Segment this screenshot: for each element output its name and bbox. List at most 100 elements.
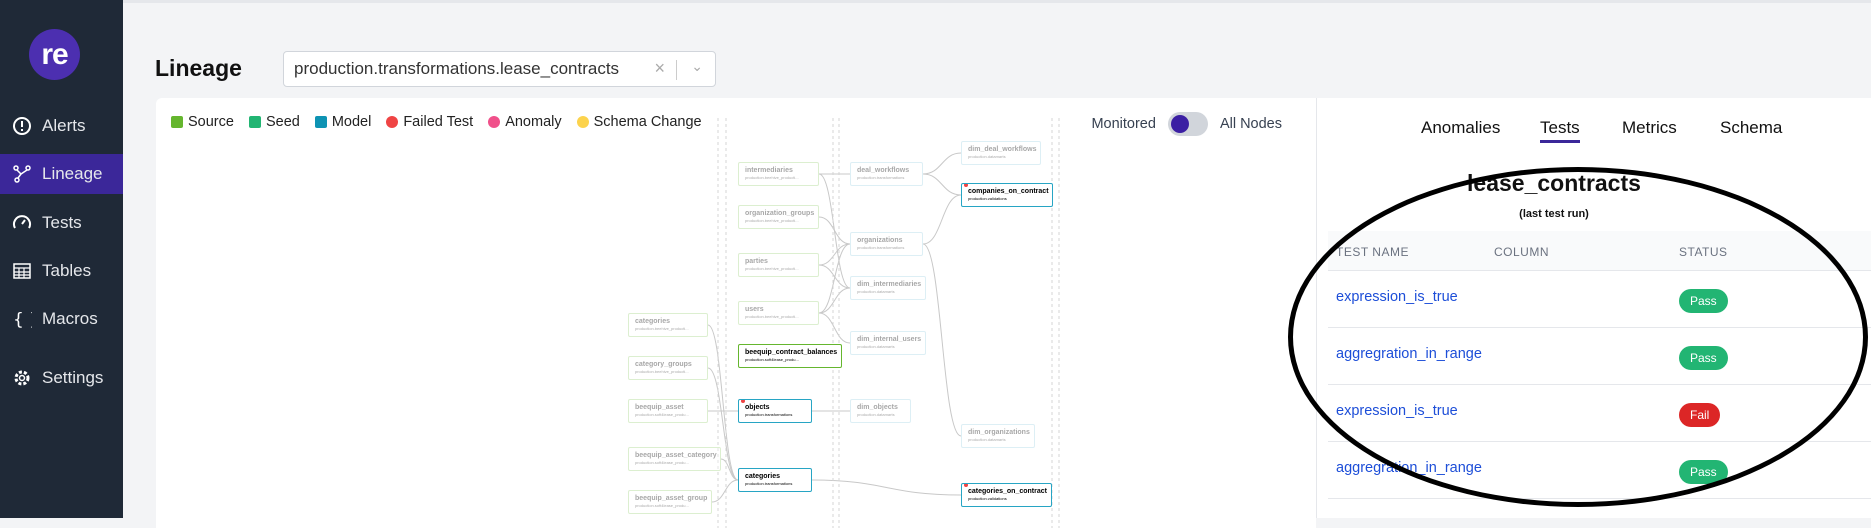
sidebar: re Alerts Lineage Tests Tables { } Macros Sett… [0, 0, 123, 518]
tab-metrics[interactable]: Metrics [1622, 118, 1677, 138]
sidebar-item-label: Alerts [42, 116, 86, 135]
table-row: expression_is_true Fail [1328, 385, 1871, 442]
node-name: category_groups [635, 361, 692, 368]
divider [123, 0, 1871, 3]
status-badge: Pass [1679, 460, 1728, 484]
node-schema: production.datamarts [968, 154, 1006, 159]
node-name: organizations [857, 237, 903, 244]
logo[interactable]: re [29, 29, 80, 80]
node-name: dim_deal_workflows [968, 146, 1037, 153]
graph-node[interactable]: objects production.transformations [738, 399, 812, 423]
graph-node[interactable]: dim_intermediaries production.datamarts [850, 276, 926, 300]
graph-node[interactable]: categories production.transformations [738, 468, 812, 492]
graph-node[interactable]: beequip_asset_group production.soft4lease… [628, 490, 712, 514]
status-badge: Pass [1679, 346, 1728, 370]
graph-edge [811, 479, 962, 496]
model-select[interactable]: production.transformations.lease_contrac… [283, 51, 716, 87]
chevron-down-icon[interactable]: ⌄ [691, 58, 703, 75]
clear-icon[interactable]: × [654, 58, 665, 79]
lineage-graph[interactable]: Source Seed Model Failed Test Anomaly Schema … [156, 98, 1316, 528]
graph-node[interactable]: beequip_asset_category production.soft4le… [628, 447, 721, 471]
page-title: Lineage [155, 55, 242, 81]
tab-schema[interactable]: Schema [1720, 118, 1782, 138]
graph-node[interactable]: parties production.beehive_producti... [738, 253, 819, 277]
node-schema: production.soft4lease_produ... [745, 357, 799, 362]
test-name-link[interactable]: aggregration_in_range [1336, 346, 1482, 362]
node-name: organization_groups [745, 210, 815, 217]
gauge-icon [13, 215, 31, 229]
sidebar-item-lineage[interactable]: Lineage [0, 154, 123, 194]
sidebar-item-tests[interactable]: Tests [0, 203, 123, 243]
failed-test-indicator [741, 400, 745, 403]
node-schema: production.datamarts [857, 344, 895, 349]
graph-node[interactable]: companies_on_contract production.validati… [961, 183, 1053, 207]
alert-circle-icon [13, 117, 31, 135]
node-schema: production.transformations [857, 245, 905, 250]
node-name: categories_on_contract [968, 488, 1047, 495]
table-row: aggregration_in_range Pass [1328, 328, 1871, 385]
graph-node[interactable]: organizations production.transformations [850, 232, 923, 256]
graph-edge [818, 312, 851, 344]
test-name-link[interactable]: expression_is_true [1336, 289, 1458, 305]
column-header-test-name: TEST NAME [1336, 245, 1409, 259]
tab-tests[interactable]: Tests [1540, 118, 1580, 143]
node-name: deal_workflows [857, 167, 910, 174]
node-name: beequip_contract_balances [745, 349, 838, 356]
sidebar-item-tables[interactable]: Tables [0, 251, 123, 291]
graph-edge [922, 152, 962, 175]
graph-node[interactable]: category_groups production.beehive_produc… [628, 356, 708, 380]
graph-edge [922, 194, 962, 245]
graph-edge [818, 287, 851, 314]
sidebar-item-alerts[interactable]: Alerts [0, 106, 123, 146]
graph-edge [922, 243, 962, 437]
node-schema: production.beehive_producti... [635, 369, 689, 374]
graph-node[interactable]: organization_groups production.beehive_pr… [738, 205, 819, 229]
graph-node[interactable]: categories production.beehive_producti... [628, 313, 708, 337]
failed-test-indicator [964, 484, 968, 487]
node-name: objects [745, 404, 770, 411]
panel-title: lease_contracts [1467, 170, 1641, 196]
graph-node[interactable]: dim_organizations production.datamarts [961, 424, 1035, 448]
column-header-column: COLUMN [1494, 245, 1550, 259]
graph-node[interactable]: deal_workflows production.transformations [850, 162, 923, 186]
node-schema: production.transformations [857, 175, 905, 180]
node-name: beequip_asset [635, 404, 684, 411]
graph-node[interactable]: beequip_asset production.soft4lease_produ… [628, 399, 708, 423]
graph-edges [707, 118, 1060, 528]
divider [676, 60, 677, 80]
graph-node[interactable]: beequip_contract_balances production.soft… [738, 344, 842, 368]
sidebar-item-macros[interactable]: { } Macros [0, 299, 123, 339]
graph-node[interactable]: categories_on_contract production.validat… [961, 483, 1052, 507]
graph-edge [818, 216, 851, 245]
node-name: beequip_asset_group [635, 495, 708, 502]
table-row: aggregration_in_range Pass [1328, 442, 1871, 499]
node-name: categories [635, 318, 671, 325]
node-schema: production.soft4lease_produ... [635, 412, 689, 417]
test-name-link[interactable]: aggregration_in_range [1336, 460, 1482, 476]
braces-icon: { } [13, 310, 32, 329]
tab-anomalies[interactable]: Anomalies [1421, 118, 1500, 138]
graph-node[interactable]: dim_objects production.datamarts [850, 399, 911, 423]
node-schema: production.datamarts [857, 412, 895, 417]
select-value: production.transformations.lease_contrac… [294, 59, 620, 78]
node-name: dim_internal_users [857, 336, 922, 343]
graph-node[interactable]: dim_internal_users production.datamarts [850, 331, 926, 355]
sidebar-item-label: Lineage [42, 164, 103, 183]
graph-node[interactable]: users production.beehive_producti... [738, 301, 819, 325]
status-badge: Pass [1679, 289, 1728, 313]
node-schema: production.beehive_producti... [745, 266, 799, 271]
status-badge: Fail [1679, 403, 1721, 427]
graph-node[interactable]: intermediaries production.beehive_product… [738, 162, 819, 186]
test-name-link[interactable]: expression_is_true [1336, 403, 1458, 419]
graph-node[interactable]: dim_deal_workflows production.datamarts [961, 141, 1041, 165]
sidebar-item-settings[interactable]: Settings [0, 358, 123, 398]
node-schema: production.soft4lease_produ... [635, 460, 689, 465]
lineage-icon [13, 165, 31, 183]
gear-icon [14, 370, 30, 386]
node-schema: production.transformations [745, 412, 793, 417]
node-name: dim_objects [857, 404, 898, 411]
node-name: intermediaries [745, 167, 793, 174]
node-schema: production.datamarts [968, 437, 1006, 442]
node-schema: production.beehive_producti... [745, 218, 799, 223]
node-schema: production.beehive_producti... [635, 326, 689, 331]
